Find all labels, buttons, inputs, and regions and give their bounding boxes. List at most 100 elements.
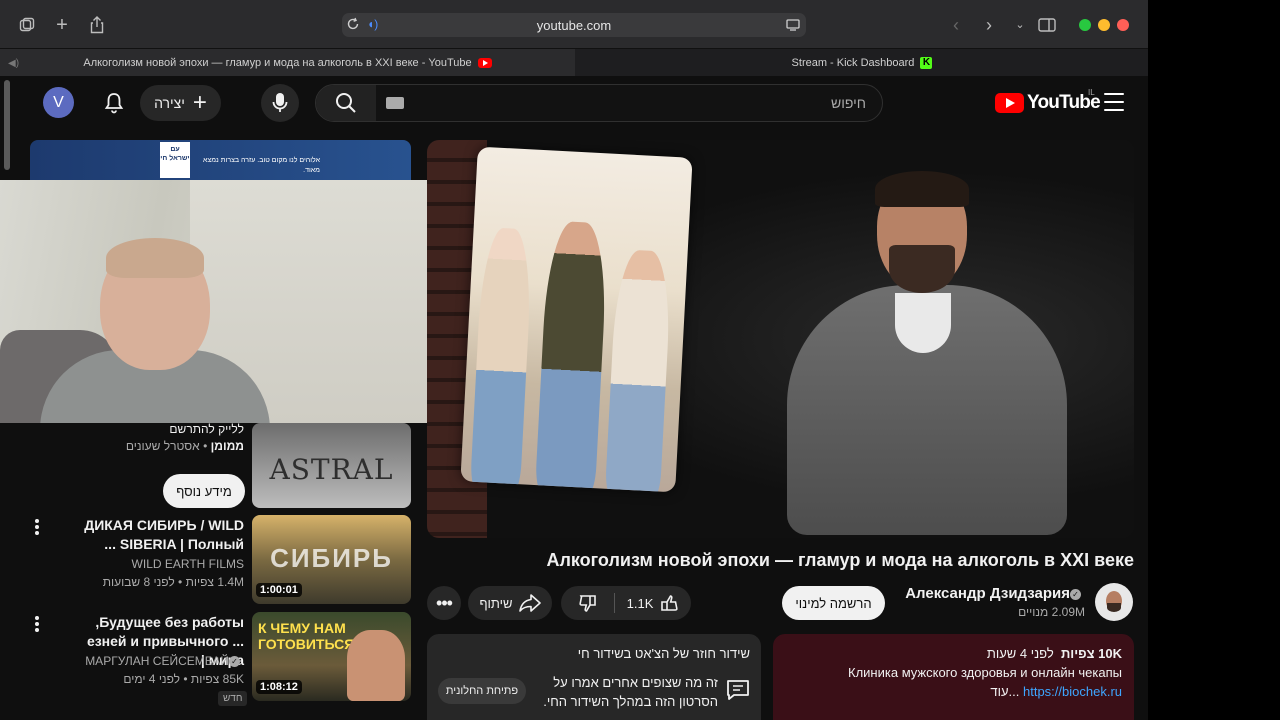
share-icon[interactable] — [86, 14, 108, 36]
chat-description: זה מה שצופים אחרים אמרו על הסרטון הזה במ… — [543, 675, 718, 709]
create-button[interactable]: יצירה + — [140, 85, 221, 121]
open-chat-button[interactable]: פתיחת החלונית — [438, 678, 526, 704]
channel-name-text: Александр Дзидзария — [905, 585, 1070, 602]
search-box — [315, 84, 883, 122]
search-button[interactable] — [316, 85, 376, 121]
video-title-line1: Будущее без работы, — [95, 614, 244, 630]
youtube-play-icon — [995, 93, 1024, 113]
address-bar[interactable]: ◖) youtube.com — [342, 13, 806, 37]
promo-title[interactable]: ללייק להתרשם — [40, 420, 244, 438]
verified-icon: ✓ — [229, 656, 240, 668]
channel-name[interactable]: WILD EARTH FILMS — [60, 555, 244, 573]
browser-toolbar: + ◖) youtube.com ‹ › ⌄ — [0, 0, 1148, 48]
voice-search-button[interactable] — [261, 84, 299, 122]
audio-playing-icon[interactable]: ◖) — [367, 17, 378, 31]
inset-photo — [460, 146, 693, 493]
video-duration: 1:08:12 — [256, 680, 302, 694]
kick-favicon-icon: K — [920, 57, 933, 69]
split-view-icon[interactable] — [1036, 14, 1058, 36]
forward-icon[interactable]: › — [978, 14, 1000, 36]
country-code: IL — [1088, 88, 1095, 97]
show-more-link[interactable]: ...עוד — [990, 684, 1019, 699]
notifications-bell-icon[interactable] — [102, 91, 126, 115]
person-hair — [106, 238, 204, 278]
promo-thumb-text: ASTRAL — [269, 453, 394, 486]
promo-meta: ממומן • אסטרל שעונים — [40, 437, 244, 455]
chat-title: שידור חוזר של הצ'אט בשידור חי — [577, 646, 750, 661]
verified-icon: ✓ — [1070, 588, 1081, 600]
tab-title: Алкоголизм новой эпохи — гламур и мода н… — [83, 57, 472, 69]
more-horiz-icon: ••• — [436, 593, 453, 613]
thumb-text: СИБИРЬ — [270, 543, 393, 573]
video-title-line1: ДИКАЯ СИБИРЬ / WILD — [84, 517, 244, 533]
thumbs-down-icon — [578, 595, 596, 612]
like-button[interactable]: 1.1K — [615, 586, 691, 620]
account-avatar[interactable]: V — [43, 87, 74, 118]
microphone-icon — [272, 93, 288, 112]
promo-thumbnail[interactable]: ASTRAL — [252, 423, 411, 508]
new-tab-icon[interactable]: + — [51, 14, 73, 36]
more-info-button[interactable]: מידע נוסף — [163, 474, 245, 508]
thumb-text: К ЧЕМУ НАМ ГОТОВИТЬСЯ? — [258, 620, 363, 652]
like-count: 1.1K — [626, 595, 654, 611]
channel-name[interactable]: ✓МАРГУЛАН СЕЙСЕМБАЙ — [60, 652, 244, 670]
channel-avatar[interactable] — [1095, 583, 1133, 621]
webcam-overlay — [0, 180, 431, 423]
upload-age: לפני 4 שעות — [986, 646, 1054, 661]
share-arrow-icon — [518, 594, 541, 612]
subscribe-button[interactable]: הרשמה למינוי — [782, 586, 885, 620]
new-badge: חדש — [218, 691, 248, 706]
youtube-favicon-icon — [477, 58, 492, 68]
kebab-menu-icon[interactable] — [35, 519, 39, 535]
url-text: youtube.com — [536, 17, 612, 33]
chat-bubble-icon — [726, 679, 750, 701]
view-count: 10K צפיות — [1060, 646, 1122, 661]
desktop-background — [1148, 0, 1280, 720]
subscriber-count: 2.09M מנויים — [1018, 605, 1085, 619]
meta-separator: • — [203, 439, 208, 453]
description-link[interactable]: https://biochek.ru — [1023, 684, 1122, 699]
menu-icon[interactable] — [1104, 93, 1124, 111]
promo-advertiser: אסטרל שעונים — [125, 439, 200, 453]
channel-name[interactable]: ✓Александр Дзидзария — [905, 585, 1085, 602]
keyboard-icon[interactable] — [386, 97, 404, 109]
reader-mode-icon[interactable] — [786, 18, 800, 35]
audio-icon[interactable]: ◀) — [8, 58, 19, 69]
search-input[interactable] — [426, 85, 866, 121]
chevron-down-icon[interactable]: ⌄ — [1009, 14, 1031, 36]
video-main-title: Алкоголизм новой эпохи — гламур и мода н… — [546, 550, 1134, 570]
tab-strip: ◀) Алкоголизм новой эпохи — гламур и мод… — [0, 48, 1148, 77]
browser-window: + ◖) youtube.com ‹ › ⌄ ◀) Алкоголизм нов… — [0, 0, 1148, 720]
minimize-window-button[interactable] — [1098, 19, 1110, 31]
back-icon[interactable]: ‹ — [945, 14, 967, 36]
youtube-logo[interactable]: YouTube — [995, 92, 1101, 114]
dislike-button[interactable] — [561, 586, 614, 620]
tab-title: Stream - Kick Dashboard — [791, 57, 915, 69]
description-stats: 10K צפיות לפני 4 שעות — [785, 646, 1122, 661]
thumbs-up-icon — [661, 595, 679, 611]
video-title[interactable]: ДИКАЯ СИБИРЬ / WILD SIBERIA | Полный ... — [60, 516, 244, 554]
kebab-menu-icon[interactable] — [35, 616, 39, 632]
ad-text: אלוהים לנו מקום טוב. עזרה בצרות נמצא מאו… — [203, 157, 320, 174]
video-thumbnail[interactable]: СИБИРЬ 1:00:01 — [252, 515, 411, 604]
like-dislike-group: 1.1K — [561, 586, 691, 620]
video-meta: 85K צפיות • לפני 4 ימים — [123, 672, 244, 686]
share-button[interactable]: שיתוף — [468, 586, 552, 620]
share-label: שיתוף — [479, 595, 513, 611]
zoom-window-button[interactable] — [1079, 19, 1091, 31]
more-actions-button[interactable]: ••• — [427, 586, 461, 620]
tab-kick[interactable]: Stream - Kick Dashboard K — [576, 49, 1148, 77]
search-icon — [336, 93, 356, 113]
promo-sponsored: ממומן — [210, 439, 244, 453]
page-scrollbar[interactable] — [4, 80, 10, 170]
presenter — [777, 171, 1087, 538]
tab-youtube[interactable]: ◀) Алкоголизм новой эпохи — гламур и мод… — [0, 49, 575, 77]
create-label: יצירה — [154, 95, 185, 111]
plus-icon: + — [192, 89, 207, 116]
reload-icon[interactable] — [346, 17, 360, 34]
close-window-button[interactable] — [1117, 19, 1129, 31]
sidebar-toggle-icon[interactable] — [16, 14, 38, 36]
description-text: Клиника мужского здоровья и онлайн чекап… — [848, 665, 1122, 680]
video-thumbnail[interactable]: К ЧЕМУ НАМ ГОТОВИТЬСЯ? 1:08:12 — [252, 612, 411, 701]
video-player[interactable] — [427, 140, 1134, 538]
